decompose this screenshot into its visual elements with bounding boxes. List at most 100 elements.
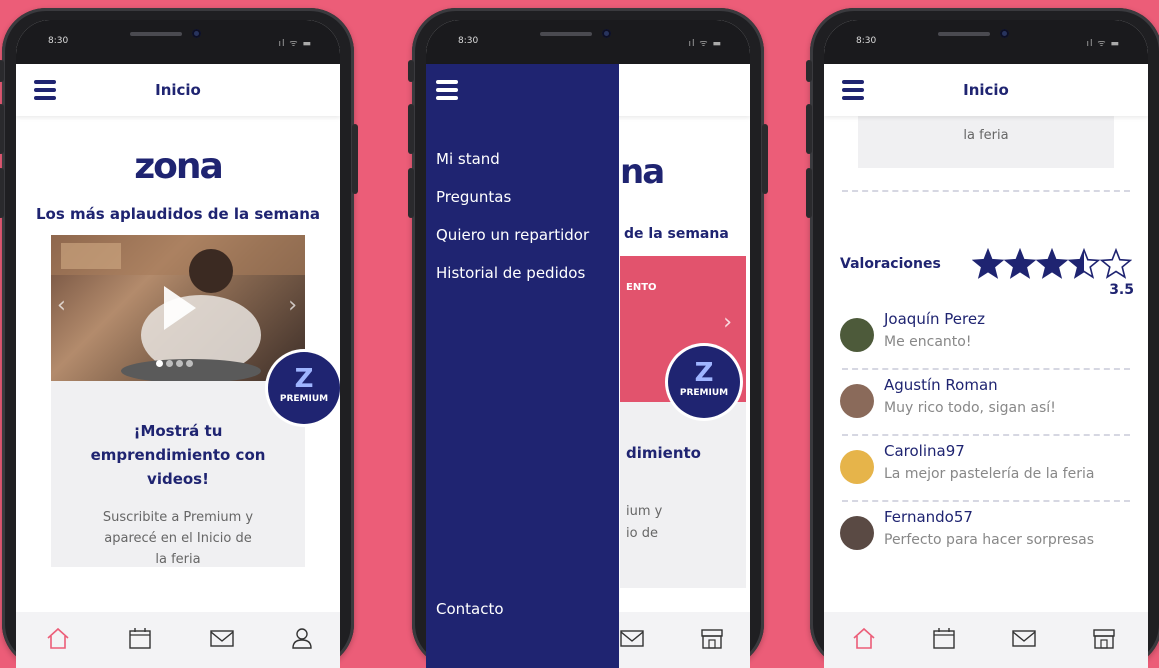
status-bar: 8:30 ıl ᯤ ▬: [824, 20, 1148, 64]
store-icon[interactable]: [698, 624, 726, 652]
phone-reviews: 8:30 ıl ᯤ ▬ Inicio la feria Valoraciones…: [806, 8, 1159, 668]
mail-icon[interactable]: [1010, 624, 1038, 652]
camera-icon: [1000, 29, 1009, 38]
screen: 8:30 ıl ᯤ ▬ na de la semana ENTO › dimie…: [426, 20, 750, 668]
star-icon: [1067, 248, 1101, 279]
info-card: la feria: [858, 116, 1114, 168]
ratings-label: Valoraciones: [840, 256, 941, 272]
promo-title: ¡Mostrá tu emprendimiento con videos!: [90, 422, 266, 488]
user-icon[interactable]: [288, 624, 316, 652]
signal-icon: ıl ᯤ ▬: [1086, 39, 1120, 49]
carousel-dots: [156, 352, 196, 371]
speaker-notch: [130, 32, 182, 36]
banner-text: ENTO: [626, 282, 657, 293]
phone-button: [352, 124, 358, 194]
review-item: Fernando57 Perfecto para hacer sorpresas: [824, 502, 1148, 566]
tab-bar: [824, 612, 1148, 668]
status-time: 8:30: [48, 36, 69, 46]
home-icon[interactable]: [850, 624, 878, 652]
phone-button: [408, 104, 414, 154]
calendar-icon[interactable]: [930, 624, 958, 652]
camera-icon: [602, 29, 611, 38]
star-icon: [1035, 248, 1069, 279]
phone-button: [0, 104, 4, 154]
premium-label: PREMIUM: [279, 394, 329, 404]
home-icon[interactable]: [44, 624, 72, 652]
premium-label: PREMIUM: [679, 388, 729, 398]
star-icon: [1099, 248, 1132, 279]
promo-card[interactable]: ¡Mostrá tu emprendimiento con videos! Su…: [51, 381, 305, 567]
phone-button: [762, 124, 768, 194]
reviewer-name: Carolina97: [884, 442, 965, 460]
promo-text: ium y: [626, 504, 663, 519]
premium-badge[interactable]: Z PREMIUM: [668, 346, 740, 418]
page-title: Inicio: [155, 81, 201, 99]
screen: 8:30 ıl ᯤ ▬ Inicio zona Los más aplaudid…: [16, 20, 340, 668]
phone-button: [0, 168, 4, 218]
zona-logo: zona: [134, 146, 224, 187]
play-icon[interactable]: [164, 286, 196, 330]
z-logo-icon: Z: [694, 358, 714, 388]
phone-button: [806, 104, 812, 154]
carousel-next-icon[interactable]: ›: [723, 310, 732, 335]
menu-item-preguntas[interactable]: Preguntas: [436, 188, 511, 206]
calendar-icon[interactable]: [126, 624, 154, 652]
phone-button: [806, 60, 812, 82]
signal-icon: ıl ᯤ ▬: [688, 39, 722, 49]
phone-button: [408, 168, 414, 218]
review-item: Carolina97 La mejor pastelería de la feri…: [824, 436, 1148, 500]
review-item: Agustín Roman Muy rico todo, sigan así!: [824, 370, 1148, 434]
rating-stars: [972, 248, 1132, 279]
star-icon: [972, 248, 1005, 279]
mail-icon[interactable]: [618, 624, 646, 652]
reviewer-name: Agustín Roman: [884, 376, 998, 394]
phone-button: [806, 168, 812, 218]
stand-content: la feria Valoraciones 3.5 Joaquín Perez M…: [824, 116, 1148, 612]
review-text: Me encanto!: [884, 334, 972, 350]
menu-item-historial[interactable]: Historial de pedidos: [436, 264, 585, 282]
signal-icon: ıl ᯤ ▬: [278, 39, 312, 49]
menu-item-contacto[interactable]: Contacto: [436, 600, 504, 618]
app-bar: Inicio: [824, 64, 1148, 116]
carousel-next-icon[interactable]: ›: [288, 293, 297, 318]
screen: 8:30 ıl ᯤ ▬ Inicio la feria Valoraciones…: [824, 20, 1148, 668]
mail-icon[interactable]: [208, 624, 236, 652]
info-text: la feria: [963, 128, 1009, 143]
phone-home: 8:30 ıl ᯤ ▬ Inicio zona Los más aplaudid…: [0, 8, 358, 668]
phone-button: [0, 60, 4, 82]
menu-icon[interactable]: [436, 80, 458, 100]
section-heading: Los más aplaudidos de la semana: [35, 205, 321, 223]
avatar: [840, 318, 874, 352]
promo-text: Suscribite a Premium y aparecé en el Ini…: [102, 510, 254, 567]
camera-icon: [192, 29, 201, 38]
review-item: Joaquín Perez Me encanto!: [824, 304, 1148, 368]
ratings-section: Valoraciones 3.5: [824, 192, 1148, 298]
promo-card[interactable]: dimiento ium y io de: [620, 402, 746, 588]
reviewer-name: Joaquín Perez: [884, 310, 985, 328]
section-heading: de la semana: [624, 226, 729, 242]
store-icon[interactable]: [1090, 624, 1118, 652]
menu-item-mi-stand[interactable]: Mi stand: [436, 150, 500, 168]
z-logo-icon: Z: [294, 364, 314, 394]
status-bar: 8:30 ıl ᯤ ▬: [426, 20, 750, 64]
status-time: 8:30: [856, 36, 877, 46]
status-time: 8:30: [458, 36, 479, 46]
tab-bar: [16, 612, 340, 668]
premium-badge[interactable]: Z PREMIUM: [268, 352, 340, 424]
rating-value: 3.5: [1109, 282, 1134, 298]
promo-text: io de: [626, 526, 658, 541]
zona-logo: na: [620, 152, 665, 192]
phone-button: [408, 60, 414, 82]
avatar: [840, 450, 874, 484]
menu-item-repartidor[interactable]: Quiero un repartidor: [436, 226, 589, 244]
video-carousel[interactable]: ‹ ›: [51, 235, 305, 381]
reviews-list: Joaquín Perez Me encanto! Agustín Roman Muy…: [824, 304, 1148, 566]
promo-title: dimiento: [626, 444, 701, 462]
star-icon: [1003, 248, 1037, 279]
phone-menu: 8:30 ıl ᯤ ▬ na de la semana ENTO › dimie…: [408, 8, 768, 668]
speaker-notch: [938, 32, 990, 36]
side-drawer: Mi stand Preguntas Quiero un repartidor …: [426, 64, 619, 668]
carousel-prev-icon[interactable]: ‹: [57, 293, 66, 318]
status-bar: 8:30 ıl ᯤ ▬: [16, 20, 340, 64]
app-bar: Inicio: [16, 64, 340, 116]
